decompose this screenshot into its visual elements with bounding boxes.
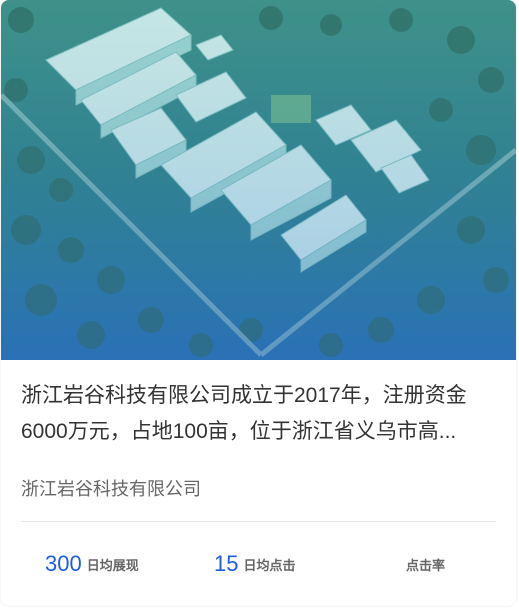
hero-image[interactable] <box>1 0 516 360</box>
stat-value: 15 <box>214 551 239 576</box>
factory-aerial-illustration <box>1 0 516 360</box>
stat-label: 日均点击 <box>243 557 296 573</box>
stat-label: 日均展现 <box>86 557 139 573</box>
company-card[interactable]: 浙江岩谷科技有限公司成立于2017年，注册资金6000万元，占地100亩，位于浙… <box>1 0 516 606</box>
stat-label: 点击率 <box>406 557 446 573</box>
stat-daily-clicks: 15 日均点击 <box>214 522 296 606</box>
company-name[interactable]: 浙江岩谷科技有限公司 <box>21 475 201 501</box>
stat-daily-impressions: 300 日均展现 <box>45 522 139 606</box>
company-description: 浙江岩谷科技有限公司成立于2017年，注册资金6000万元，占地100亩，位于浙… <box>21 384 467 443</box>
stats-bar: 300 日均展现 15 日均点击 点击率 <box>1 522 516 606</box>
stat-value: 300 <box>45 551 82 576</box>
stat-click-rate: 点击率 <box>401 522 445 606</box>
